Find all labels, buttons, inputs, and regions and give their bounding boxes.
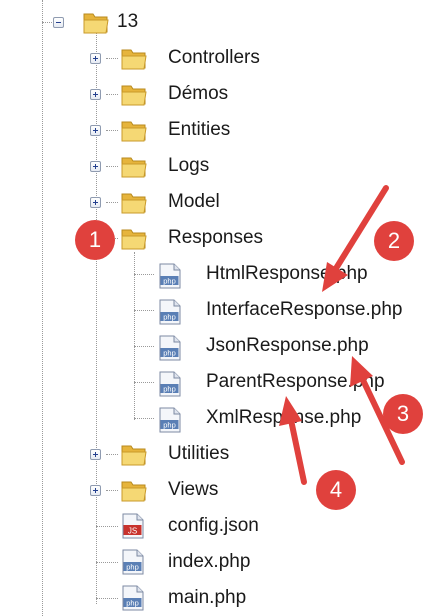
annotation-badge-4: 4	[316, 470, 356, 510]
annotation-arrow-4	[279, 396, 307, 485]
annotation-badge-3: 3	[383, 394, 423, 434]
annotation-arrows	[279, 185, 405, 485]
annotation-badge-1: 1	[75, 220, 115, 260]
annotation-badge-2: 2	[374, 221, 414, 261]
